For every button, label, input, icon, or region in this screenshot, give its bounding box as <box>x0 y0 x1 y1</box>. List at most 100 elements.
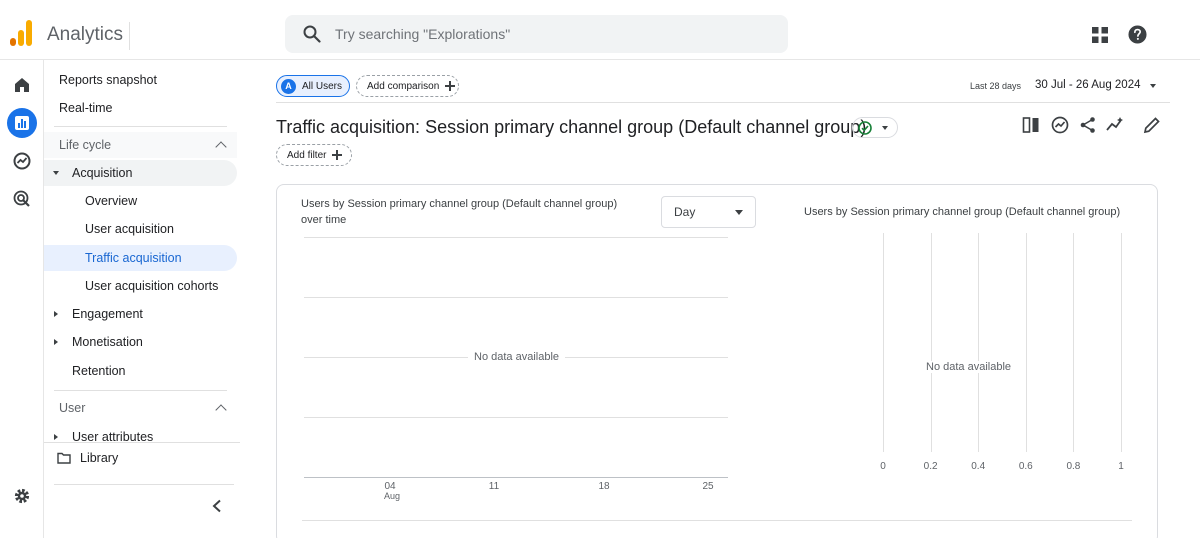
trend-icon[interactable] <box>1106 116 1124 134</box>
line-chart-axis <box>304 477 728 478</box>
sidebar-item-user-acquisition[interactable]: User acquisition <box>44 216 234 242</box>
sidebar-item-library[interactable]: Library <box>44 445 234 471</box>
line-chart-gridline <box>304 417 728 418</box>
settings-button[interactable] <box>7 481 37 511</box>
home-icon <box>15 78 29 92</box>
app-title: Analytics <box>47 24 124 45</box>
settings-icon <box>14 488 30 504</box>
sidebar-section-user[interactable]: User <box>44 395 234 421</box>
add-filter-label: Add filter <box>287 149 327 161</box>
segment-label: All Users <box>302 80 343 92</box>
bar-chart-title: Users by Session primary channel group (… <box>804 206 1121 218</box>
bar-chart-gridline <box>1025 233 1027 452</box>
page-title: Traffic acquisition: Session primary cha… <box>276 117 867 137</box>
date-dropdown-icon[interactable] <box>1150 84 1156 88</box>
sidebar-item-label: Library <box>80 451 119 465</box>
bar-chart-x-tick: 1 <box>1118 461 1124 472</box>
sidebar-item-label: User acquisition cohorts <box>85 279 219 293</box>
bar-chart-gridline <box>883 233 884 452</box>
line-chart-no-data: No data available <box>468 351 566 363</box>
line-chart-x-tick: 11 <box>488 481 500 492</box>
sidebar: Reports snapshot Real-time Life cycle Ac… <box>44 60 240 538</box>
segment-badge: A <box>281 78 296 94</box>
bar-chart-gridline <box>1073 233 1075 452</box>
search-input[interactable] <box>335 15 775 53</box>
insights-icon[interactable] <box>1051 116 1069 134</box>
date-range-picker[interactable]: 30 Jul - 26 Aug 2024 <box>1035 79 1141 91</box>
sidebar-item-label: Monetisation <box>72 335 143 349</box>
check-circle-icon <box>858 121 872 135</box>
chevron-down-icon <box>735 210 743 215</box>
sidebar-item-acquisition[interactable]: Acquisition <box>44 160 237 186</box>
caret-right-icon <box>54 434 58 440</box>
sidebar-item-reports-snapshot[interactable]: Reports snapshot <box>44 67 234 93</box>
chevron-up-icon <box>215 141 227 153</box>
home-button[interactable] <box>7 70 37 100</box>
search-bar[interactable] <box>285 15 788 53</box>
plus-icon <box>332 150 343 160</box>
plus-icon <box>445 81 456 91</box>
line-chart-x-tick: 18 <box>598 481 610 492</box>
sidebar-item-label: Retention <box>72 364 126 378</box>
line-chart-title: Users by Session primary channel group (… <box>301 198 618 226</box>
add-comparison-label: Add comparison <box>367 80 440 92</box>
bar-chart-x-tick: 0.8 <box>1066 461 1081 472</box>
sidebar-item-label: Overview <box>85 194 138 208</box>
advertising-button[interactable] <box>7 184 37 214</box>
toolbar-divider <box>276 102 1170 103</box>
sidebar-item-traffic-acquisition[interactable]: Traffic acquisition <box>44 245 237 271</box>
apps-icon[interactable] <box>1091 26 1109 44</box>
analytics-logo-icon[interactable] <box>10 20 34 48</box>
sidebar-item-user-attributes[interactable]: User attributes <box>44 430 234 442</box>
sidebar-item-monetisation[interactable]: Monetisation <box>44 329 234 355</box>
section-heading: Life cycle <box>59 138 112 152</box>
line-chart-gridline <box>304 237 728 238</box>
caret-down-icon <box>53 171 59 175</box>
sidebar-item-label: Reports snapshot <box>59 73 157 87</box>
reports-icon <box>15 116 29 130</box>
bar-chart-x-tick: 0 <box>880 461 886 472</box>
segment-chip-all-users[interactable]: A All Users <box>276 75 350 97</box>
granularity-value: Day <box>674 205 696 219</box>
add-comparison-button[interactable]: Add comparison <box>356 75 459 97</box>
sidebar-item-real-time[interactable]: Real-time <box>44 95 234 121</box>
add-filter-button[interactable]: Add filter <box>276 144 352 166</box>
bar-chart-x-tick: 0.4 <box>971 461 986 472</box>
caret-down-icon <box>882 126 888 130</box>
bar-chart-gridline <box>1121 233 1122 452</box>
bar-chart-x-tick: 0.6 <box>1018 461 1033 472</box>
bar-chart-gridline <box>978 233 980 452</box>
title-divider <box>129 22 130 50</box>
card-divider <box>302 520 1132 521</box>
advertising-icon <box>13 190 30 207</box>
line-chart-x-tick: 25 <box>702 481 714 492</box>
left-rail <box>0 60 44 538</box>
sidebar-item-overview[interactable]: Overview <box>44 188 234 214</box>
folder-icon <box>57 452 71 464</box>
sidebar-item-label: Traffic acquisition <box>85 251 182 265</box>
sidebar-item-user-acquisition-cohorts[interactable]: User acquisition cohorts <box>44 273 234 299</box>
sidebar-section-life-cycle[interactable]: Life cycle <box>44 132 237 158</box>
sidebar-divider <box>54 390 227 391</box>
caret-right-icon <box>54 339 58 345</box>
sidebar-item-label: Real-time <box>59 101 113 115</box>
bar-chart-no-data: No data available <box>920 361 1018 373</box>
sidebar-item-label: User attributes <box>72 430 154 442</box>
collapse-chevron-left-icon[interactable] <box>211 499 223 513</box>
help-icon[interactable] <box>1128 25 1147 44</box>
edit-icon[interactable] <box>1143 116 1161 134</box>
section-heading: User <box>59 401 86 415</box>
search-icon <box>303 25 321 43</box>
share-icon[interactable] <box>1079 116 1097 134</box>
line-chart-gridline <box>304 297 728 298</box>
reports-button[interactable] <box>7 108 37 138</box>
date-range-label: Last 28 days <box>970 81 1022 91</box>
sidebar-item-retention[interactable]: Retention <box>44 358 234 384</box>
compare-icon[interactable] <box>1022 116 1040 134</box>
sidebar-item-label: Engagement <box>72 307 143 321</box>
explore-button[interactable] <box>7 146 37 176</box>
sidebar-item-engagement[interactable]: Engagement <box>44 301 234 327</box>
sidebar-divider <box>54 484 234 485</box>
report-status-dropdown[interactable] <box>852 117 898 138</box>
chevron-up-icon <box>215 404 227 416</box>
